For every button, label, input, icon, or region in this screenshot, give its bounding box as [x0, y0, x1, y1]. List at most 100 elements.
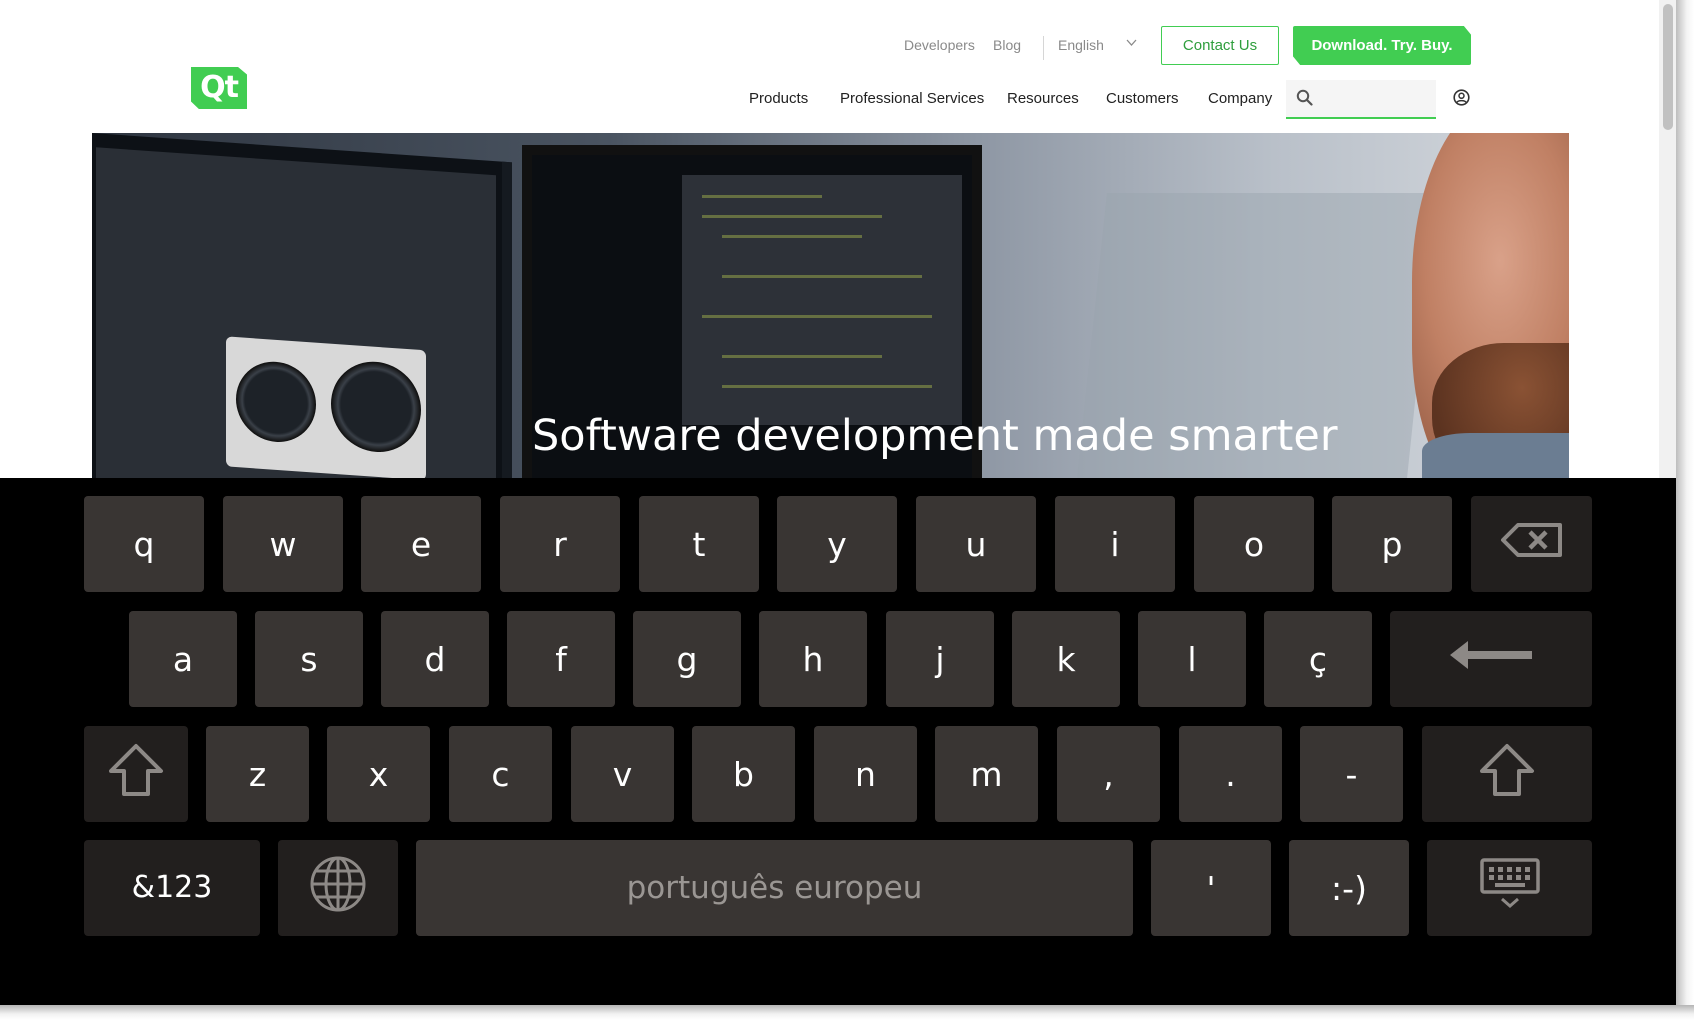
key-a[interactable]: a	[129, 611, 237, 707]
nav-products[interactable]: Products	[749, 90, 808, 107]
key-label: t	[692, 524, 706, 564]
key-p[interactable]: p	[1332, 496, 1452, 592]
key-label: y	[827, 524, 847, 564]
key-z[interactable]: z	[206, 726, 309, 822]
key-e[interactable]: e	[361, 496, 481, 592]
shift-icon	[107, 743, 165, 805]
key-label: b	[733, 754, 754, 794]
key-l[interactable]: l	[1138, 611, 1246, 707]
hero-banner: Software development made smarter	[92, 133, 1569, 478]
browser-window: Qt Developers Blog English Contact Us Do…	[0, 0, 1676, 1005]
hero-image-monitor-left	[92, 133, 512, 478]
hide-keyboard-key[interactable]	[1427, 840, 1592, 936]
key-w[interactable]: w	[223, 496, 343, 592]
key-y[interactable]: y	[777, 496, 897, 592]
nav-company[interactable]: Company	[1208, 90, 1272, 107]
key-label: &123	[131, 870, 213, 905]
language-key[interactable]	[278, 840, 398, 936]
key-label: v	[612, 754, 633, 794]
key-label: a	[172, 639, 194, 679]
key-label: c	[491, 754, 510, 794]
key-comma[interactable]: ,	[1057, 726, 1160, 822]
shift-icon	[1478, 743, 1536, 805]
key-f[interactable]: f	[507, 611, 615, 707]
key-label: ç	[1308, 639, 1328, 679]
symbols-key[interactable]: &123	[84, 840, 260, 936]
key-v[interactable]: v	[571, 726, 674, 822]
hero-image-shirt	[1422, 433, 1569, 478]
virtual-keyboard: q w e r t y u i o p a s d f g h j k l ç	[0, 478, 1676, 1005]
language-select[interactable]: English	[1058, 37, 1104, 53]
key-h[interactable]: h	[759, 611, 867, 707]
key-i[interactable]: i	[1055, 496, 1175, 592]
shift-key-right[interactable]	[1422, 726, 1592, 822]
key-label: p	[1381, 524, 1403, 564]
hide-keyboard-icon	[1479, 858, 1540, 918]
key-label: g	[676, 639, 698, 679]
key-label: .	[1225, 754, 1236, 794]
key-r[interactable]: r	[500, 496, 620, 592]
key-n[interactable]: n	[814, 726, 917, 822]
qt-logo[interactable]: Qt	[191, 67, 247, 109]
key-o[interactable]: o	[1194, 496, 1314, 592]
key-apostrophe[interactable]: '	[1151, 840, 1271, 936]
key-q[interactable]: q	[84, 496, 204, 592]
key-g[interactable]: g	[633, 611, 741, 707]
key-label: m	[970, 754, 1003, 794]
backspace-icon	[1500, 522, 1564, 566]
user-account-icon[interactable]	[1453, 89, 1470, 110]
globe-icon	[309, 855, 367, 921]
key-d[interactable]: d	[381, 611, 489, 707]
key-label: l	[1187, 639, 1197, 679]
key-c[interactable]: c	[449, 726, 552, 822]
shift-key-left[interactable]	[84, 726, 188, 822]
backspace-key[interactable]	[1471, 496, 1592, 592]
key-x[interactable]: x	[327, 726, 430, 822]
key-label: ,	[1103, 754, 1114, 794]
key-label: x	[368, 754, 389, 794]
search-input[interactable]	[1286, 80, 1436, 119]
key-label: '	[1206, 868, 1216, 908]
key-label: :-)	[1331, 868, 1367, 908]
key-t[interactable]: t	[639, 496, 759, 592]
space-key[interactable]: português europeu	[416, 840, 1133, 936]
key-label: f	[555, 639, 567, 679]
download-try-buy-button[interactable]: Download. Try. Buy.	[1293, 26, 1471, 65]
chevron-down-icon[interactable]	[1126, 37, 1137, 50]
key-label: h	[802, 639, 824, 679]
key-label: k	[1056, 639, 1076, 679]
window-shadow	[1676, 0, 1694, 1020]
nav-resources[interactable]: Resources	[1007, 90, 1079, 107]
key-j[interactable]: j	[886, 611, 994, 707]
key-label: d	[424, 639, 446, 679]
key-label: -	[1345, 754, 1358, 794]
key-m[interactable]: m	[935, 726, 1038, 822]
developers-link[interactable]: Developers	[904, 37, 975, 53]
key-s[interactable]: s	[255, 611, 363, 707]
key-hyphen[interactable]: -	[1300, 726, 1403, 822]
key-label: z	[248, 754, 267, 794]
key-label: u	[965, 524, 987, 564]
key-label: e	[410, 524, 432, 564]
contact-us-button[interactable]: Contact Us	[1161, 26, 1279, 65]
enter-key[interactable]	[1390, 611, 1592, 707]
key-label: s	[300, 639, 318, 679]
key-c-cedilla[interactable]: ç	[1264, 611, 1372, 707]
top-links-divider	[1043, 36, 1044, 60]
key-u[interactable]: u	[916, 496, 1036, 592]
search-icon	[1296, 89, 1313, 110]
scrollbar-thumb[interactable]	[1663, 4, 1673, 130]
window-shadow	[0, 1005, 1694, 1020]
key-label: q	[133, 524, 155, 564]
enter-icon	[1448, 637, 1534, 681]
nav-customers[interactable]: Customers	[1106, 90, 1179, 107]
key-label: r	[553, 524, 567, 564]
key-b[interactable]: b	[692, 726, 795, 822]
key-label: w	[269, 524, 297, 564]
key-period[interactable]: .	[1179, 726, 1282, 822]
key-k[interactable]: k	[1012, 611, 1120, 707]
key-label: i	[1110, 524, 1120, 564]
blog-link[interactable]: Blog	[993, 37, 1021, 53]
key-smiley[interactable]: :-)	[1289, 840, 1409, 936]
nav-professional-services[interactable]: Professional Services	[840, 90, 984, 107]
